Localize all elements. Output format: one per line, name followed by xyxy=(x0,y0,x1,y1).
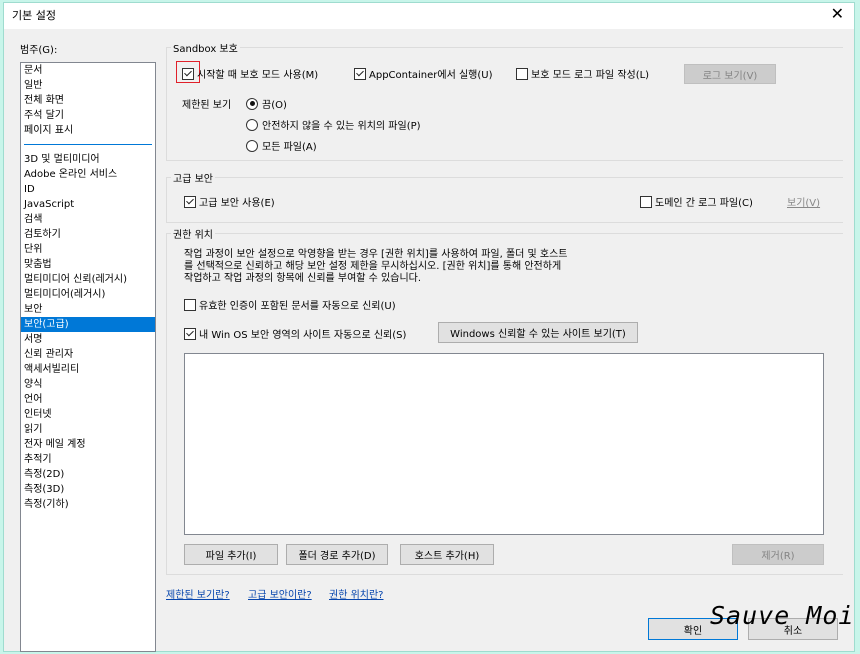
category-item[interactable]: 3D 및 멀티미디어 xyxy=(21,152,155,167)
what-is-enhanced-security-link[interactable]: 고급 보안이란? xyxy=(248,586,312,601)
app-container-label: AppContainer에서 실행(U) xyxy=(369,70,493,81)
add-host-button[interactable]: 호스트 추가(H) xyxy=(400,544,494,565)
category-item[interactable]: 전자 메일 계정 xyxy=(21,437,155,452)
protected-mode-label: 시작할 때 보호 모드 사용(M) xyxy=(197,70,319,81)
category-item[interactable]: 언어 xyxy=(21,392,155,407)
description-line: 를 선택적으로 신뢰하고 해당 보안 설정 제한을 무시하십시오. [권한 위치… xyxy=(184,261,562,272)
category-item[interactable]: 전체 화면 xyxy=(21,93,155,108)
sandbox-group-title: Sandbox 보호 xyxy=(171,40,240,55)
restricted-view-label: 제한된 보기 xyxy=(182,100,232,111)
window-title: 기본 설정 xyxy=(12,9,56,22)
radio-off-label: 끔(O) xyxy=(262,100,287,111)
trust-win-os-zone-label: 내 Win OS 보안 영역의 사이트 자동으로 신뢰(S) xyxy=(199,330,407,341)
privileged-locations-title: 권한 위치 xyxy=(171,226,215,241)
category-item[interactable]: 액세서빌리티 xyxy=(21,362,155,377)
trust-win-os-zone-checkbox[interactable]: 내 Win OS 보안 영역의 사이트 자동으로 신뢰(S) xyxy=(184,326,406,341)
privileged-locations-list[interactable] xyxy=(184,353,824,535)
what-is-privileged-locations-link[interactable]: 권한 위치란? xyxy=(329,586,384,601)
category-item[interactable]: 일반 xyxy=(21,78,155,93)
checkbox-box xyxy=(184,327,196,340)
radio-dot xyxy=(246,97,258,110)
radio-dot xyxy=(246,139,258,152)
checkbox-box xyxy=(516,67,528,80)
enable-enhanced-checkbox[interactable]: 고급 보안 사용(E) xyxy=(184,194,275,209)
category-item[interactable]: 멀티미디어(레거시) xyxy=(21,287,155,302)
checkbox-box xyxy=(354,67,366,80)
add-file-button[interactable]: 파일 추가(I) xyxy=(184,544,278,565)
category-item[interactable]: 보안 xyxy=(21,302,155,317)
restricted-view-off-radio[interactable]: 끔(O) xyxy=(246,96,287,111)
category-item[interactable]: 읽기 xyxy=(21,422,155,437)
category-item[interactable]: 추적기 xyxy=(21,452,155,467)
view-log-button[interactable]: 로그 보기(V) xyxy=(684,64,776,84)
checkbox-box xyxy=(184,195,196,208)
radio-unsafe-label: 안전하지 않을 수 있는 위치의 파일(P) xyxy=(262,121,421,132)
watermark-text: Sauve Moi xyxy=(710,601,855,630)
close-icon[interactable]: ✕ xyxy=(831,5,844,23)
description-line: 작업하고 작업 과정의 항목에 신뢰를 부여할 수 있습니다. xyxy=(184,273,422,284)
category-item[interactable]: 측정(2D) xyxy=(21,467,155,482)
log-file-checkbox[interactable]: 보호 모드 로그 파일 작성(L) xyxy=(516,66,649,81)
categories-list[interactable]: 문서 일반 전체 화면 주석 달기 페이지 표시 3D 및 멀티미디어 Adobe 온라인 … xyxy=(20,62,156,652)
checkbox-box xyxy=(640,195,652,208)
title-bar: 기본 설정 ✕ xyxy=(4,3,854,29)
category-separator xyxy=(24,144,152,145)
cross-domain-view-link[interactable]: 보기(V) xyxy=(787,194,820,209)
radio-dot xyxy=(246,118,258,131)
category-item[interactable]: 신뢰 관리자 xyxy=(21,347,155,362)
what-is-restricted-view-link[interactable]: 제한된 보기란? xyxy=(166,586,230,601)
enhanced-security-title: 고급 보안 xyxy=(171,170,215,185)
category-item[interactable]: 멀티미디어 신뢰(레거시) xyxy=(21,272,155,287)
log-file-label: 보호 모드 로그 파일 작성(L) xyxy=(531,70,650,81)
radio-all-label: 모든 파일(A) xyxy=(262,142,317,153)
category-item[interactable]: 보안(고급) xyxy=(21,317,155,332)
enable-enhanced-label: 고급 보안 사용(E) xyxy=(199,198,275,209)
restricted-view-all-radio[interactable]: 모든 파일(A) xyxy=(246,138,317,153)
description-line: 작업 과정이 보안 설정으로 악영향을 받는 경우 [권한 위치]를 사용하여 … xyxy=(184,249,568,260)
checkbox-box xyxy=(182,67,194,80)
restricted-view-unsafe-radio[interactable]: 안전하지 않을 수 있는 위치의 파일(P) xyxy=(246,117,421,132)
view-trusted-sites-button[interactable]: Windows 신뢰할 수 있는 사이트 보기(T) xyxy=(438,322,638,343)
category-item[interactable]: 맞춤법 xyxy=(21,257,155,272)
category-item[interactable]: 서명 xyxy=(21,332,155,347)
remove-button[interactable]: 제거(R) xyxy=(732,544,824,565)
categories-label: 범주(G): xyxy=(20,45,58,56)
add-folder-path-button[interactable]: 폴더 경로 추가(D) xyxy=(286,544,388,565)
trust-certified-docs-checkbox[interactable]: 유효한 인증이 포함된 문서를 자동으로 신뢰(U) xyxy=(184,297,396,312)
category-item[interactable]: 측정(기하) xyxy=(21,497,155,512)
category-item[interactable]: JavaScript xyxy=(21,197,155,212)
cross-domain-log-label: 도메인 간 로그 파일(C) xyxy=(655,198,753,209)
privileged-description: 작업 과정이 보안 설정으로 악영향을 받는 경우 [권한 위치]를 사용하여 … xyxy=(184,249,568,285)
category-item[interactable]: 문서 xyxy=(21,63,155,78)
category-item[interactable]: 검색 xyxy=(21,212,155,227)
category-item[interactable]: 양식 xyxy=(21,377,155,392)
category-item[interactable]: Adobe 온라인 서비스 xyxy=(21,167,155,182)
category-item[interactable]: 측정(3D) xyxy=(21,482,155,497)
category-item[interactable]: ID xyxy=(21,182,155,197)
cross-domain-log-checkbox[interactable]: 도메인 간 로그 파일(C) xyxy=(640,194,753,209)
category-item[interactable]: 주석 달기 xyxy=(21,108,155,123)
preferences-dialog: 기본 설정 ✕ 범주(G): 문서 일반 전체 화면 주석 달기 페이지 표시 3D 및 … xyxy=(3,2,855,652)
category-item[interactable]: 단위 xyxy=(21,242,155,257)
category-item[interactable]: 검토하기 xyxy=(21,227,155,242)
category-item[interactable]: 인터넷 xyxy=(21,407,155,422)
checkbox-box xyxy=(184,298,196,311)
trust-certified-docs-label: 유효한 인증이 포함된 문서를 자동으로 신뢰(U) xyxy=(199,301,396,312)
app-container-checkbox[interactable]: AppContainer에서 실행(U) xyxy=(354,66,493,81)
category-item[interactable]: 페이지 표시 xyxy=(21,123,155,138)
protected-mode-checkbox[interactable]: 시작할 때 보호 모드 사용(M) xyxy=(182,66,318,81)
